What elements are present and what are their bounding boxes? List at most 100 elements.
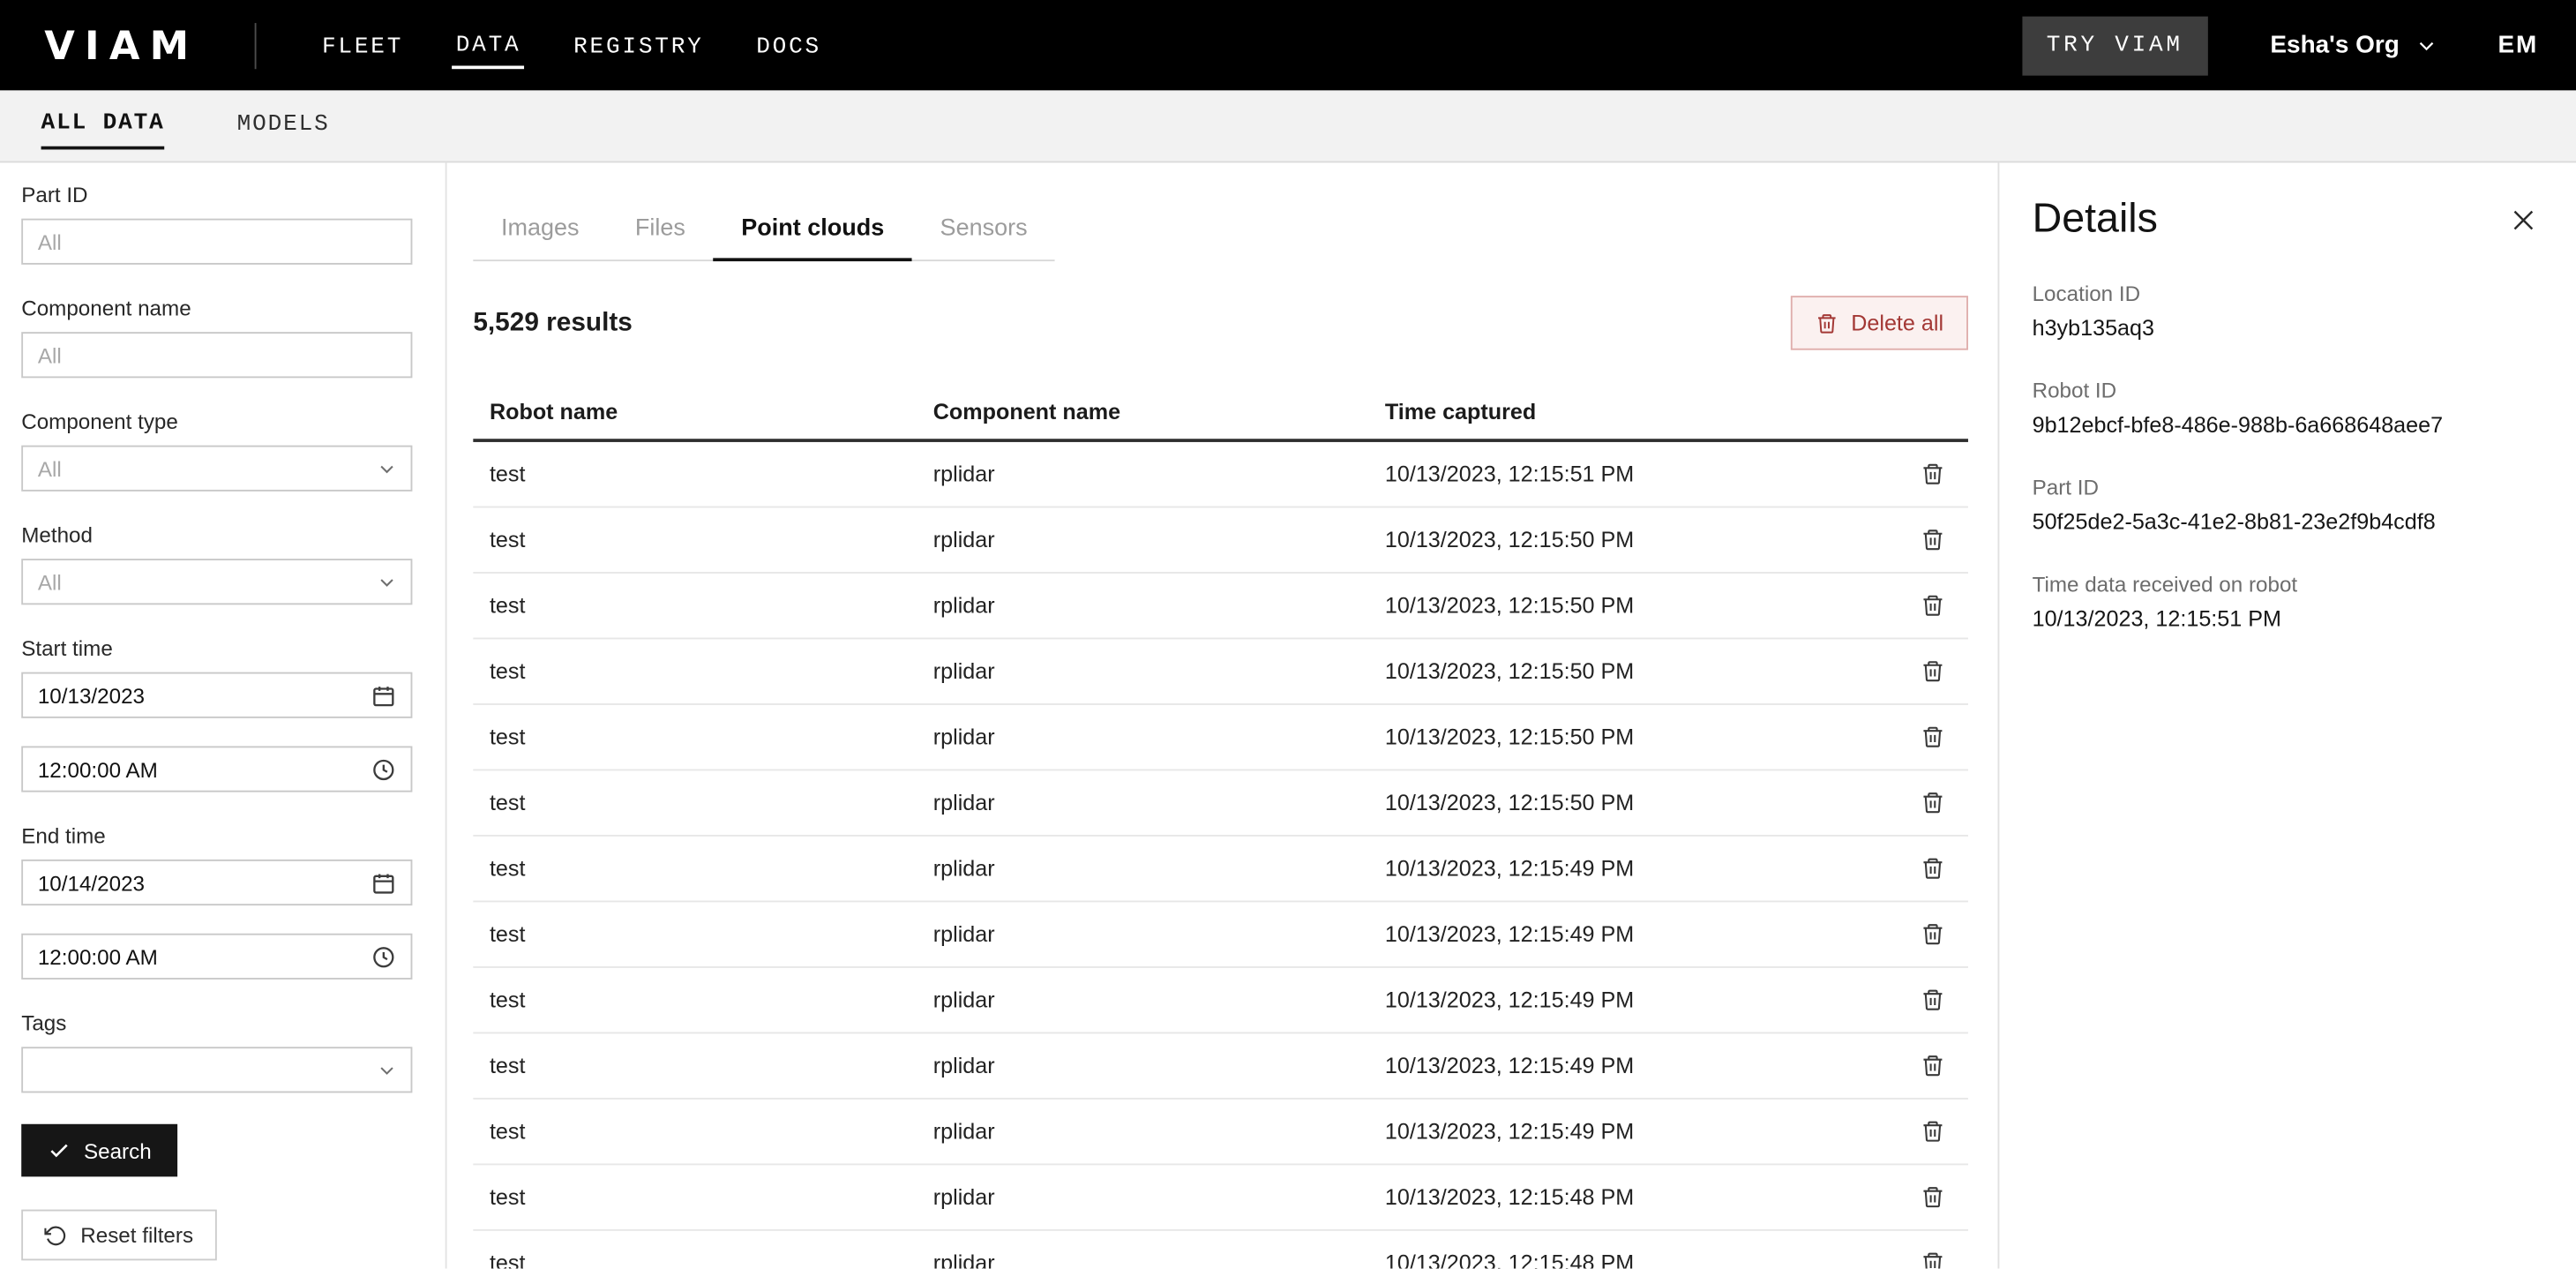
end-time-label: End time [21,823,412,848]
close-details-button[interactable] [2511,207,2537,234]
table-row[interactable]: test rplidar 10/13/2023, 12:15:49 PM [473,968,1968,1033]
end-time-input[interactable]: 12:00:00 AM [21,934,412,980]
field-label: Part ID [2033,475,2537,499]
primary-nav: FLEET DATA REGISTRY DOCS [318,22,824,68]
viam-logo[interactable]: VIAM [44,22,198,68]
component-name-label: Component name [21,296,412,320]
component-type-select[interactable]: All [21,446,412,492]
field-label: Time data received on robot [2033,572,2537,597]
component-name-cell: rplidar [917,528,1368,552]
end-time-value: 12:00:00 AM [38,944,158,969]
time-captured-cell: 10/13/2023, 12:15:51 PM [1368,462,1892,486]
component-name-cell: rplidar [917,791,1368,815]
tags-select[interactable] [21,1047,412,1093]
delete-row-icon[interactable] [1921,593,1945,618]
method-value: All [38,569,62,594]
details-field-location-id: Location ID h3yb135aq3 [2033,281,2537,340]
tab-files[interactable]: Files [607,202,713,259]
delete-row-icon[interactable] [1921,1185,1945,1210]
delete-row-icon[interactable] [1921,1250,1945,1268]
nav-item-docs[interactable]: DOCS [753,24,824,66]
component-name-cell: rplidar [917,462,1368,486]
delete-row-icon[interactable] [1921,856,1945,881]
details-field-part-id: Part ID 50f25de2-5a3c-41e2-8b81-23e2f9b4… [2033,475,2537,534]
chevron-down-icon [378,1061,395,1078]
field-value: 10/13/2023, 12:15:51 PM [2033,606,2537,631]
results-table: Robot name Component name Time captured … [473,387,1968,1269]
table-row[interactable]: test rplidar 10/13/2023, 12:15:48 PM [473,1231,1968,1269]
details-title: Details [2033,196,2158,244]
start-date-input[interactable]: 10/13/2023 [21,672,412,718]
delete-row-icon[interactable] [1921,659,1945,684]
robot-name-cell: test [473,1185,917,1210]
component-name-cell: rplidar [917,1185,1368,1210]
time-captured-cell: 10/13/2023, 12:15:48 PM [1368,1250,1892,1268]
table-row[interactable]: test rplidar 10/13/2023, 12:15:50 PM [473,639,1968,704]
table-row[interactable]: test rplidar 10/13/2023, 12:15:51 PM [473,442,1968,507]
navbar-right: TRY VIAM Esha's Org EM [2022,16,2538,75]
delete-row-icon[interactable] [1921,791,1945,815]
close-icon [2511,207,2537,234]
subnav-item-all-data[interactable]: ALL DATA [41,102,165,148]
component-name-cell: rplidar [917,922,1368,947]
table-row[interactable]: test rplidar 10/13/2023, 12:15:50 PM [473,705,1968,770]
user-avatar[interactable]: EM [2498,31,2539,59]
org-switcher[interactable]: Esha's Org [2270,31,2435,59]
nav-item-data[interactable]: DATA [453,22,524,68]
time-captured-cell: 10/13/2023, 12:15:48 PM [1368,1185,1892,1210]
robot-name-cell: test [473,1054,917,1078]
table-row[interactable]: test rplidar 10/13/2023, 12:15:50 PM [473,770,1968,836]
table-row[interactable]: test rplidar 10/13/2023, 12:15:50 PM [473,574,1968,639]
data-subnav: ALL DATA MODELS [0,90,2576,162]
time-captured-cell: 10/13/2023, 12:15:49 PM [1368,1119,1892,1144]
end-date-input[interactable]: 10/14/2023 [21,860,412,905]
delete-row-icon[interactable] [1921,922,1945,947]
time-captured-cell: 10/13/2023, 12:15:49 PM [1368,856,1892,881]
calendar-icon [371,683,396,708]
time-captured-cell: 10/13/2023, 12:15:50 PM [1368,659,1892,684]
robot-name-cell: test [473,462,917,486]
delete-row-icon[interactable] [1921,1054,1945,1078]
time-captured-cell: 10/13/2023, 12:15:50 PM [1368,791,1892,815]
tab-point-clouds[interactable]: Point clouds [714,202,912,261]
robot-name-cell: test [473,856,917,881]
table-row[interactable]: test rplidar 10/13/2023, 12:15:50 PM [473,507,1968,573]
tab-sensors[interactable]: Sensors [912,202,1055,259]
delete-row-icon[interactable] [1921,987,1945,1012]
clock-icon [371,757,396,782]
nav-divider [255,22,257,68]
search-button[interactable]: Search [21,1124,177,1177]
delete-row-icon[interactable] [1921,528,1945,552]
subnav-item-models[interactable]: MODELS [237,104,330,146]
field-value: 9b12ebcf-bfe8-486e-988b-6a668648aee7 [2033,412,2537,437]
delete-all-button[interactable]: Delete all [1790,296,1968,349]
start-time-value: 12:00:00 AM [38,757,158,782]
nav-item-registry[interactable]: REGISTRY [570,24,707,66]
start-time-input[interactable]: 12:00:00 AM [21,746,412,792]
part-id-input[interactable] [21,219,412,265]
table-row[interactable]: test rplidar 10/13/2023, 12:15:49 PM [473,837,1968,902]
component-name-input[interactable] [21,332,412,378]
field-value: 50f25de2-5a3c-41e2-8b81-23e2f9b4cdf8 [2033,509,2537,534]
table-row[interactable]: test rplidar 10/13/2023, 12:15:48 PM [473,1165,1968,1230]
details-panel: Details Location ID h3yb135aq3 Robot ID … [1997,162,2576,1268]
method-select[interactable]: All [21,559,412,604]
component-name-cell: rplidar [917,1119,1368,1144]
try-viam-button[interactable]: TRY VIAM [2022,16,2208,75]
reset-filters-button[interactable]: Reset filters [21,1210,216,1261]
robot-name-cell: test [473,987,917,1012]
delete-row-icon[interactable] [1921,725,1945,749]
table-row[interactable]: test rplidar 10/13/2023, 12:15:49 PM [473,1100,1968,1165]
main-area: Part ID Component name Component type Al… [0,162,2576,1268]
delete-row-icon[interactable] [1921,1119,1945,1144]
robot-name-cell: test [473,1119,917,1144]
table-row[interactable]: test rplidar 10/13/2023, 12:15:49 PM [473,902,1968,967]
robot-name-cell: test [473,593,917,618]
check-icon [48,1139,71,1162]
nav-item-fleet[interactable]: FLEET [318,24,407,66]
delete-row-icon[interactable] [1921,462,1945,486]
tab-images[interactable]: Images [473,202,607,259]
component-name-cell: rplidar [917,725,1368,749]
robot-name-cell: test [473,922,917,947]
table-row[interactable]: test rplidar 10/13/2023, 12:15:49 PM [473,1033,1968,1099]
